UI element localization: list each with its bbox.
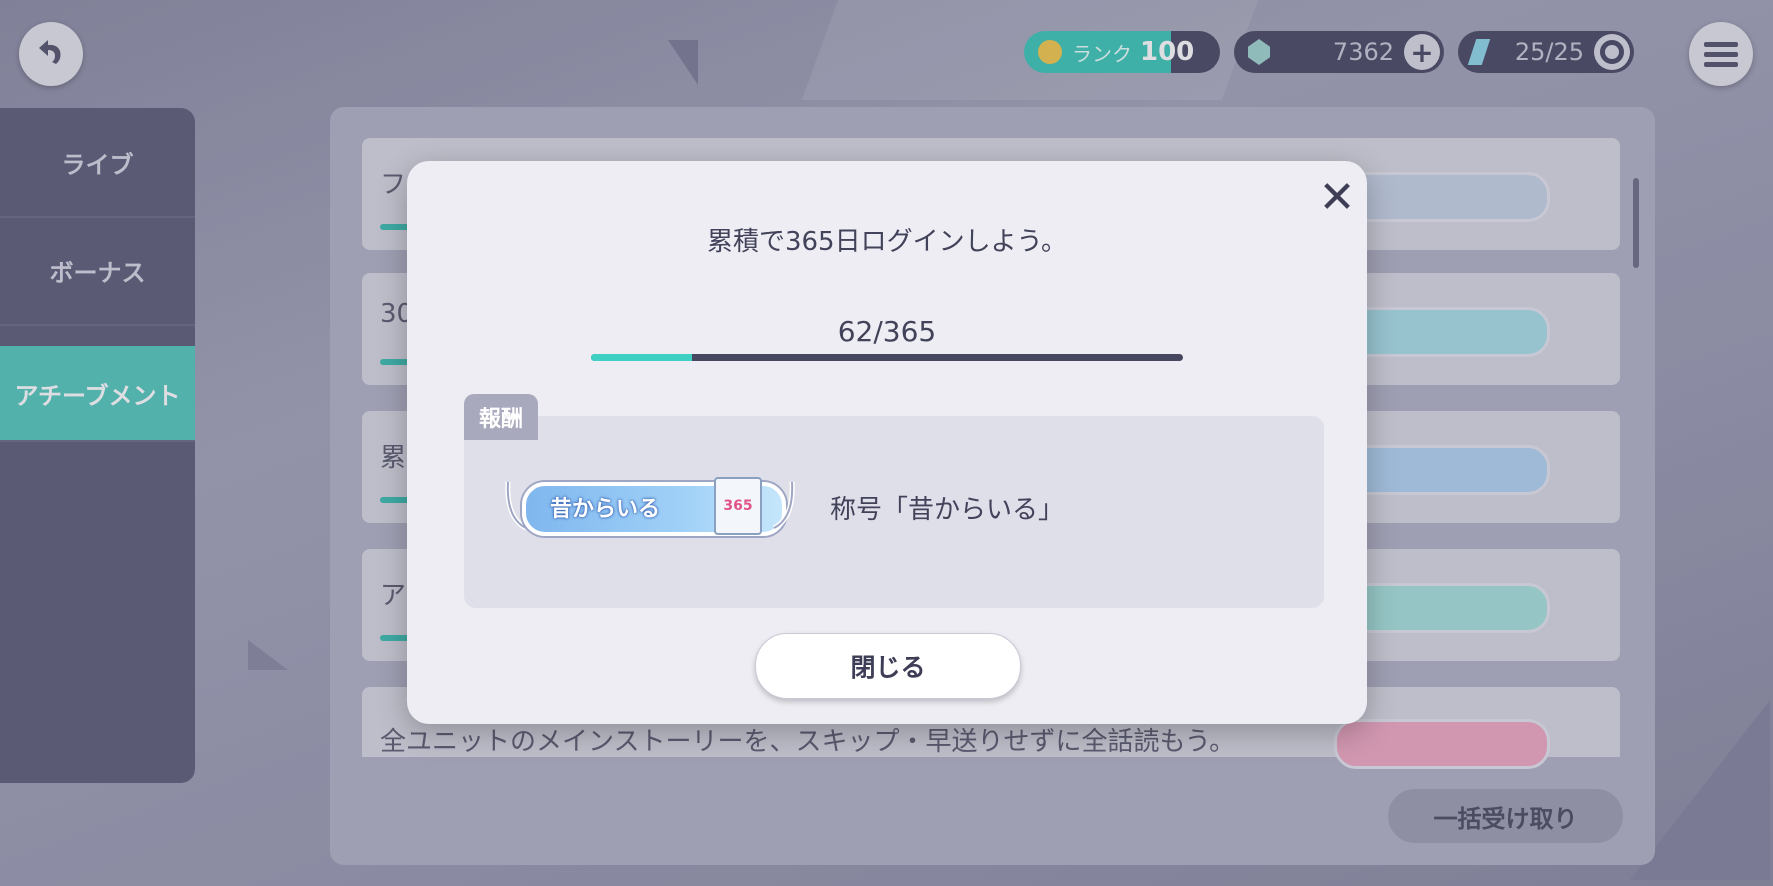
progress-fill [591, 354, 692, 361]
reward-tag: 報酬 [464, 394, 538, 440]
calendar-icon: 365 [714, 477, 762, 535]
reward-name: 称号「昔からいる」 [830, 495, 1065, 525]
close-icon[interactable]: ✕ [1315, 172, 1359, 223]
progress-bar [591, 354, 1183, 361]
title-badge-label: 昔からいる [550, 497, 661, 522]
title-badge: 昔からいる 365 [502, 474, 798, 536]
laurel-right-icon [772, 481, 795, 531]
reward-box: 昔からいる 365 称号「昔からいる」 [464, 416, 1324, 608]
achievement-detail-modal: ✕ 累積で365日ログインしよう。 62/365 昔からいる 365 称号「昔か… [407, 161, 1367, 724]
achievement-description: 累積で365日ログインしよう。 [706, 227, 1068, 257]
close-button[interactable]: 閉じる [755, 633, 1021, 699]
progress-text: 62/365 [837, 315, 937, 348]
close-button-label: 閉じる [850, 653, 926, 682]
reward-tag-label: 報酬 [478, 407, 523, 432]
calendar-number: 365 [723, 498, 753, 514]
